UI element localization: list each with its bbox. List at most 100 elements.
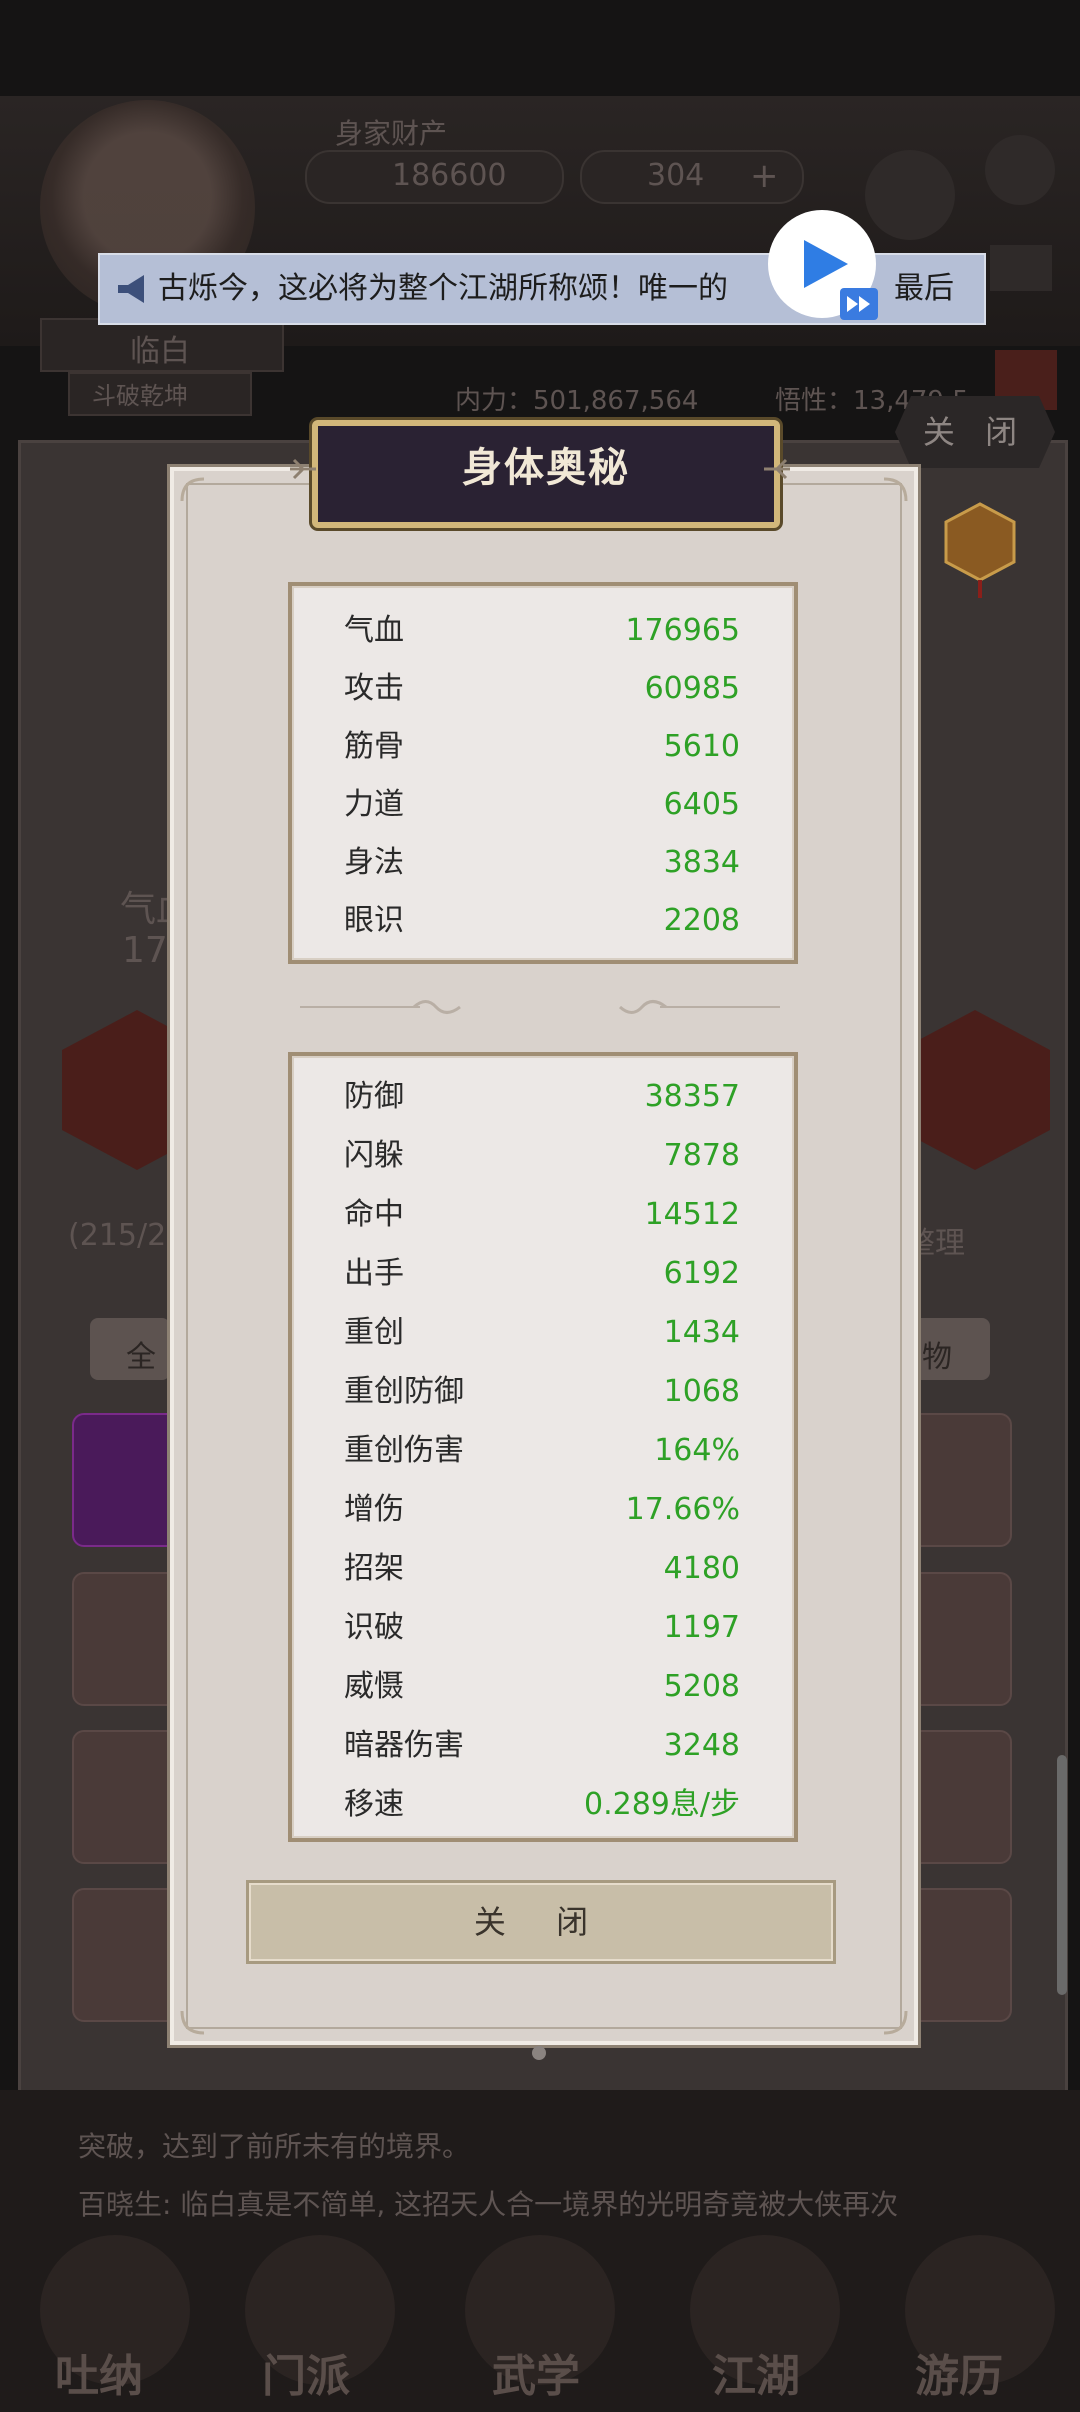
stat-value: 17.66% (625, 1492, 740, 1527)
stat-value: 1197 (663, 1610, 740, 1645)
fast-forward-icon (847, 296, 870, 312)
tab-item[interactable]: 物 (910, 1318, 990, 1380)
stat-row: 出手 6192 (292, 1245, 794, 1303)
add-gem-icon[interactable]: + (750, 156, 779, 196)
stat-value: 6405 (663, 787, 740, 822)
fast-forward-button[interactable] (840, 288, 878, 320)
corner-ornament-icon (883, 477, 908, 502)
stat-label: 威慑 (344, 1669, 404, 1704)
gem-amount: 304 (647, 158, 705, 193)
gold-resource: 186600 (305, 150, 564, 204)
stat-row: 命中 14512 (292, 1186, 794, 1244)
title-left-ornament-icon (290, 458, 316, 480)
stat-row: 攻击 60985 (292, 660, 794, 718)
scrollbar[interactable] (1057, 1755, 1067, 1995)
stat-row: 气血 176965 (292, 602, 794, 660)
stat-row: 闪躲 7878 (292, 1127, 794, 1185)
stat-value: 5208 (663, 1669, 740, 1704)
stat-value: 6192 (663, 1256, 740, 1291)
stat-value: 60985 (644, 671, 740, 706)
stat-label: 眼识 (344, 903, 404, 938)
stat-label: 力道 (344, 787, 404, 822)
stat-label: 出手 (344, 1256, 404, 1291)
stat-label: 暗器伤害 (344, 1728, 464, 1763)
stat-label: 闪躲 (344, 1138, 404, 1173)
stat-value: 38357 (644, 1079, 740, 1114)
tab-all[interactable]: 全 (90, 1318, 170, 1380)
stat-value: 1434 (663, 1315, 740, 1350)
stat-value: 1068 (663, 1374, 740, 1409)
nav-sect-label: 门派 (262, 2351, 350, 2402)
stat-row: 识破 1197 (292, 1599, 794, 1657)
stat-value: 5610 (663, 729, 740, 764)
title-right-ornament-icon (764, 458, 790, 480)
stat-row: 眼识 2208 (292, 892, 794, 950)
stat-label: 身法 (344, 845, 404, 880)
nav-tuna-label: 吐纳 (55, 2351, 143, 2402)
stat-value: 0.289息/步 (584, 1787, 740, 1822)
stat-label: 识破 (344, 1610, 404, 1645)
mail-icon[interactable] (990, 245, 1052, 291)
stat-value: 164% (654, 1433, 740, 1468)
player-title: 斗破乾坤 (92, 382, 188, 410)
stat-value: 14512 (644, 1197, 740, 1232)
gear-icon[interactable] (985, 135, 1055, 205)
gem-resource: 304 + (580, 150, 804, 204)
stat-row: 重创伤害 164% (292, 1422, 794, 1480)
stat-row: 重创 1434 (292, 1304, 794, 1362)
stat-label: 重创防御 (344, 1374, 464, 1409)
stat-row: 力道 6405 (292, 776, 794, 834)
ban-badge-icon[interactable] (940, 500, 1020, 600)
divider-swirl-icon (412, 1000, 461, 1014)
tab-item-label: 物 (922, 1340, 952, 1375)
advanced-stats-panel: 防御 38357 闪躲 7878 命中 14512 出手 6192 重创 143… (288, 1052, 798, 1842)
stat-row: 移速 0.289息/步 (292, 1776, 794, 1834)
stat-label: 攻击 (344, 671, 404, 706)
bag-progress: (215/24 (68, 1218, 186, 1253)
nav-travel-label: 游历 (915, 2351, 1003, 2402)
megaphone-icon (118, 275, 144, 303)
gold-amount: 186600 (392, 158, 507, 193)
stat-row: 身法 3834 (292, 834, 794, 892)
nav-jianghu-label: 江湖 (712, 2351, 800, 2402)
stat-label: 重创伤害 (344, 1433, 464, 1468)
player-title-plate: 斗破乾坤 (68, 372, 252, 416)
background-close-button[interactable]: 关 闭 (895, 396, 1055, 468)
dialog-title: 身体奥秘 (462, 445, 630, 491)
nav-martial-label: 武学 (492, 2351, 580, 2402)
stat-row: 招架 4180 (292, 1540, 794, 1598)
assets-label: 身家财产 (335, 117, 448, 150)
stat-row: 增伤 17.66% (292, 1481, 794, 1539)
stat-label: 筋骨 (344, 729, 404, 764)
player-name: 临白 (130, 334, 190, 369)
tab-all-label: 全 (126, 1340, 156, 1375)
stat-label: 防御 (344, 1079, 404, 1114)
play-icon (804, 240, 848, 288)
divider-line (300, 1006, 420, 1008)
basic-stats-panel: 气血 176965 攻击 60985 筋骨 5610 力道 6405 身法 38… (288, 582, 798, 964)
stat-row: 重创防御 1068 (292, 1363, 794, 1421)
stat-row: 筋骨 5610 (292, 718, 794, 776)
chat-line: 百晓生: 临白真是不简单, 这招天人合一境界的光明奇竟被大侠再次 (78, 2188, 899, 2221)
stat-value: 2208 (663, 903, 740, 938)
stat-value: 3834 (663, 845, 740, 880)
stat-label: 重创 (344, 1315, 404, 1350)
corner-ornament-icon (180, 477, 205, 502)
stat-value: 4180 (663, 1551, 740, 1586)
announcement-text: 古烁今，这必将为整个江湖所称颂！唯一的 (158, 271, 728, 306)
taiji-icon[interactable] (865, 150, 955, 240)
stat-label: 命中 (344, 1197, 404, 1232)
announcement-text-end: 最后 (894, 271, 954, 306)
stat-row: 暗器伤害 3248 (292, 1717, 794, 1775)
dialog-close-button[interactable]: 关 闭 (246, 1880, 836, 1964)
stat-value: 3248 (663, 1728, 740, 1763)
stat-label: 气血 (344, 613, 404, 648)
player-name-plate: 临白 (40, 318, 284, 372)
dialog-title-plate: 身体奥秘 (312, 420, 780, 528)
stat-row: 威慑 5208 (292, 1658, 794, 1716)
power-line: 内力：501,867,564 (455, 386, 699, 416)
page-indicator-dot (532, 2046, 546, 2060)
corner-ornament-icon (883, 2010, 908, 2035)
divider-line (660, 1006, 780, 1008)
stat-label: 招架 (344, 1551, 404, 1586)
